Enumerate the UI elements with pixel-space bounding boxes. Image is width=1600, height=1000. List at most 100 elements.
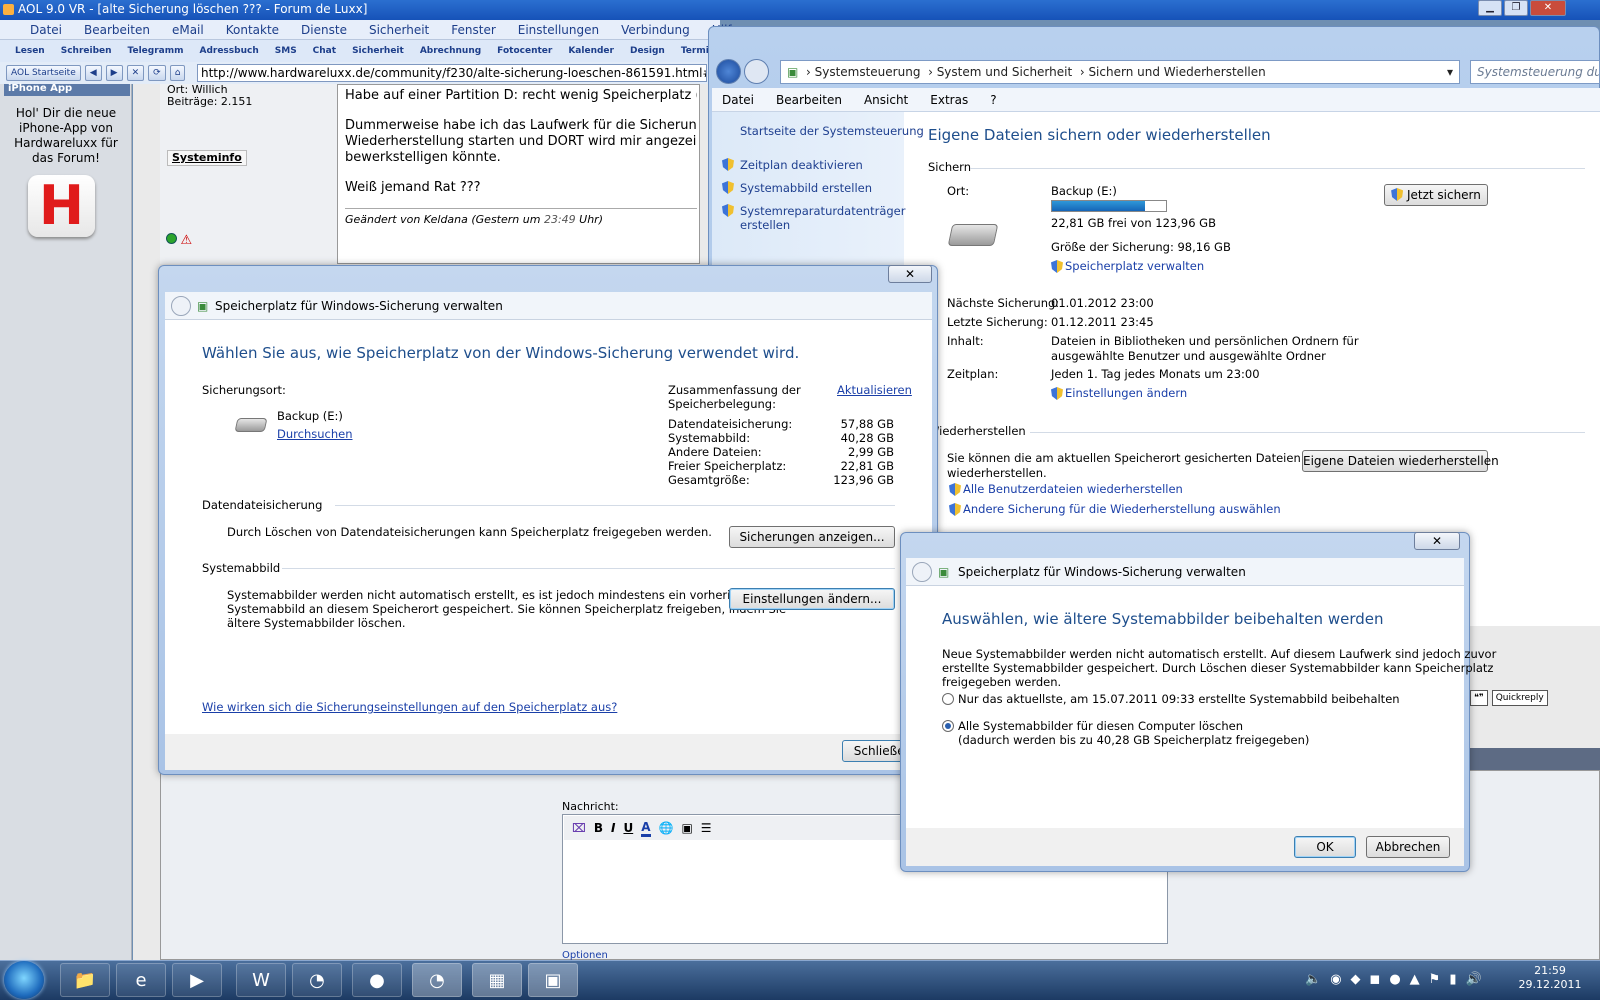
format-clear-icon[interactable]: ⌧ [572, 821, 586, 835]
close-button[interactable]: ✕ [1530, 0, 1566, 16]
breadcrumb-sichern[interactable]: Sichern und Wiederherstellen [1088, 65, 1265, 79]
cp-menu-help[interactable]: ? [990, 93, 996, 107]
radio-keep-latest[interactable] [942, 693, 954, 705]
flag-icon[interactable]: ⚑ [1429, 972, 1441, 987]
toolbar-telegramm[interactable]: Telegramm [128, 46, 184, 56]
image-icon[interactable]: ▣ [681, 821, 692, 835]
toolbar-schreiben[interactable]: Schreiben [61, 46, 112, 56]
menu-verbindung[interactable]: Verbindung [621, 23, 690, 37]
change-settings-button[interactable]: Einstellungen ändern... [729, 588, 895, 610]
sidebar-item-reparatur[interactable]: Systemreparaturdatenträger erstellen [740, 204, 906, 232]
italic-icon[interactable]: I [611, 821, 615, 835]
search-input[interactable]: Systemsteuerung durchsuchen [1470, 60, 1600, 84]
manage-space-link[interactable]: Speicherplatz verwalten [1065, 259, 1204, 274]
systeminfo-link[interactable]: Systeminfo [167, 150, 247, 166]
sidebar-item-systemabbild[interactable]: Systemabbild erstellen [740, 181, 872, 195]
speaker-icon[interactable]: 🔈 [1305, 972, 1321, 987]
cp-menu-datei[interactable]: Datei [722, 93, 754, 107]
backup-taskbar-icon[interactable]: ▣ [528, 963, 578, 997]
volume-icon[interactable]: 🔊 [1465, 972, 1481, 987]
menu-bearbeiten[interactable]: Bearbeiten [84, 23, 150, 37]
forward-arrow-icon[interactable]: ▶ [105, 65, 123, 81]
option-delete-all[interactable]: Alle Systemabbilder für diesen Computer … [958, 719, 1243, 733]
toolbar-sms[interactable]: SMS [275, 46, 297, 56]
stop-icon[interactable]: ✕ [126, 65, 145, 81]
back-button[interactable] [171, 296, 191, 316]
backup-now-button[interactable]: Jetzt sichern [1384, 184, 1488, 206]
cp-menu-ansicht[interactable]: Ansicht [864, 93, 908, 107]
minimize-button[interactable]: ▁ [1478, 0, 1502, 16]
toolbar-sicherheit[interactable]: Sicherheit [352, 46, 404, 56]
chevron-down-icon[interactable]: ▾ [1447, 65, 1453, 79]
aol-active-taskbar-icon[interactable]: ◔ [412, 963, 462, 997]
tray-app-icon[interactable]: ◆ [1351, 972, 1361, 987]
breadcrumb-system-sicherheit[interactable]: System und Sicherheit [937, 65, 1073, 79]
ok-button[interactable]: OK [1294, 836, 1356, 858]
clock[interactable]: 21:59 29.12.2011 [1510, 964, 1590, 992]
toolbar-chat[interactable]: Chat [313, 46, 336, 56]
menu-fenster[interactable]: Fenster [451, 23, 496, 37]
firefox-taskbar-icon[interactable]: ● [352, 963, 402, 997]
browse-link[interactable]: Durchsuchen [277, 427, 353, 441]
link-icon[interactable]: 🌐 [659, 821, 674, 835]
change-settings-link[interactable]: Einstellungen ändern [1065, 386, 1187, 401]
media-taskbar-icon[interactable]: ▶ [172, 963, 222, 997]
tray-app-icon[interactable]: ● [1389, 972, 1400, 987]
quote-icon[interactable]: ☰ [701, 821, 712, 835]
menu-datei[interactable]: Datei [30, 23, 62, 37]
show-backups-button[interactable]: Sicherungen anzeigen... [729, 526, 895, 548]
menu-sicherheit[interactable]: Sicherheit [369, 23, 429, 37]
explorer-taskbar-icon[interactable]: 📁 [60, 963, 110, 997]
breadcrumb-systemsteuerung[interactable]: Systemsteuerung [815, 65, 921, 79]
menu-kontakte[interactable]: Kontakte [226, 23, 279, 37]
font-color-icon[interactable]: A [641, 820, 651, 837]
toolbar-abrechnung[interactable]: Abrechnung [420, 46, 481, 56]
dialog1-close-button[interactable]: ✕ [888, 265, 932, 283]
option-keep-latest[interactable]: Nur das aktuellste, am 15.07.2011 09:33 … [958, 692, 1400, 706]
restore-files-button[interactable]: Eigene Dateien wiederherstellen [1302, 450, 1499, 472]
tray-app-icon[interactable]: ▲ [1410, 972, 1420, 987]
menu-einstellungen[interactable]: Einstellungen [518, 23, 599, 37]
aol-taskbar-icon[interactable]: ◔ [292, 963, 342, 997]
hardwareluxx-logo[interactable]: H [28, 175, 95, 237]
maximize-button[interactable]: ❐ [1504, 0, 1528, 16]
sidebar-item-zeitplan[interactable]: Zeitplan deaktivieren [740, 158, 863, 172]
control-panel-taskbar-icon[interactable]: ▦ [472, 963, 522, 997]
toolbar-design[interactable]: Design [630, 46, 665, 56]
forward-button[interactable] [744, 59, 769, 84]
toolbar-lesen[interactable]: Lesen [15, 46, 45, 56]
dialog2-close-button[interactable]: ✕ [1414, 532, 1460, 550]
radio-delete-all[interactable] [942, 720, 954, 732]
report-warning-icon[interactable]: ⚠ [181, 233, 193, 248]
home-icon[interactable]: ⌂ [169, 65, 186, 81]
back-button[interactable] [912, 562, 932, 582]
help-link[interactable]: Wie wirken sich die Sicherungseinstellun… [202, 700, 617, 714]
restore-other-link[interactable]: Andere Sicherung für die Wiederherstellu… [963, 502, 1281, 517]
quote-button[interactable]: ❝❞ [1470, 690, 1488, 706]
url-input[interactable]: http://www.hardwareluxx.de/community/f23… [197, 64, 707, 82]
back-arrow-icon[interactable]: ◀ [84, 65, 102, 81]
back-button[interactable] [716, 59, 741, 84]
tray-app-icon[interactable]: ◼ [1370, 972, 1381, 987]
toolbar-adressbuch[interactable]: Adressbuch [199, 46, 258, 56]
toolbar-fotocenter[interactable]: Fotocenter [497, 46, 552, 56]
network-icon[interactable]: ▮ [1449, 972, 1456, 987]
sidebar-home-link[interactable]: Startseite der Systemsteuerung [740, 124, 924, 138]
toolbar-kalender[interactable]: Kalender [568, 46, 614, 56]
refresh-link[interactable]: Aktualisieren [837, 383, 912, 397]
ie-taskbar-icon[interactable]: e [116, 963, 166, 997]
word-taskbar-icon[interactable]: W [236, 963, 286, 997]
restore-all-link[interactable]: Alle Benutzerdateien wiederherstellen [963, 482, 1183, 497]
bold-icon[interactable]: B [594, 821, 603, 835]
cp-menu-bearbeiten[interactable]: Bearbeiten [776, 93, 842, 107]
quickreply-button[interactable]: Quickreply [1491, 690, 1548, 706]
reload-icon[interactable]: ⟳ [148, 65, 166, 81]
aol-home-button[interactable]: AOL Startseite [6, 65, 81, 81]
underline-icon[interactable]: U [623, 821, 633, 835]
menu-dienste[interactable]: Dienste [301, 23, 347, 37]
iphone-app-promo[interactable]: Hol' Dir die neue iPhone-App von Hardwar… [4, 106, 128, 166]
start-button[interactable] [4, 961, 44, 999]
cp-menu-extras[interactable]: Extras [930, 93, 968, 107]
tray-app-icon[interactable]: ◉ [1330, 972, 1341, 987]
cancel-button[interactable]: Abbrechen [1366, 836, 1450, 858]
